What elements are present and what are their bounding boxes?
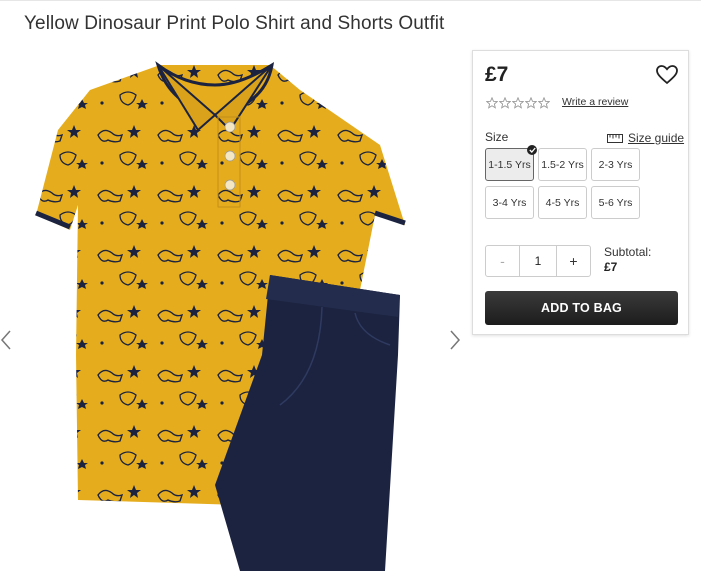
size-options: 1-1.5 Yrs 1.5-2 Yrs 2-3 Yrs 3-4 Yrs 4-5 … (485, 145, 645, 219)
size-guide-link[interactable]: Size guide (607, 131, 684, 145)
star-icon (538, 97, 550, 109)
star-icon (499, 97, 511, 109)
quantity-value[interactable]: 1 (519, 246, 557, 276)
size-option-1-1.5[interactable]: 1-1.5 Yrs (485, 145, 537, 181)
subtotal: Subtotal: £7 (604, 245, 651, 275)
top-divider (0, 0, 701, 1)
quantity-decrease-button[interactable]: - (486, 246, 519, 276)
size-option-4-5[interactable]: 4-5 Yrs (538, 186, 587, 219)
heart-icon[interactable] (656, 65, 678, 85)
rating-stars (486, 97, 550, 109)
check-icon (527, 145, 537, 155)
size-label: Size (485, 130, 509, 144)
quantity-stepper: - 1 + (485, 245, 591, 277)
add-to-bag-button[interactable]: ADD TO BAG (485, 291, 678, 325)
subtotal-amount: £7 (604, 260, 618, 274)
size-option-5-6[interactable]: 5-6 Yrs (591, 186, 640, 219)
size-guide-label: Size guide (628, 131, 685, 145)
chevron-right-icon[interactable] (449, 328, 463, 352)
chevron-left-icon[interactable] (0, 328, 14, 352)
subtotal-label: Subtotal: (604, 245, 652, 259)
star-icon (525, 97, 537, 109)
product-title: Yellow Dinosaur Print Polo Shirt and Sho… (24, 13, 445, 34)
star-icon (486, 97, 498, 109)
product-price: £7 (485, 63, 509, 86)
product-image[interactable] (30, 55, 450, 571)
ruler-icon (607, 133, 623, 143)
purchase-panel: £7 Write a review Size Size guide 1-1.5 … (472, 50, 689, 335)
size-option-2-3[interactable]: 2-3 Yrs (591, 148, 640, 181)
size-option-1.5-2[interactable]: 1.5-2 Yrs (538, 148, 587, 181)
quantity-increase-button[interactable]: + (557, 246, 590, 276)
write-review-link[interactable]: Write a review (562, 96, 628, 108)
star-icon (512, 97, 524, 109)
size-option-3-4[interactable]: 3-4 Yrs (485, 186, 534, 219)
